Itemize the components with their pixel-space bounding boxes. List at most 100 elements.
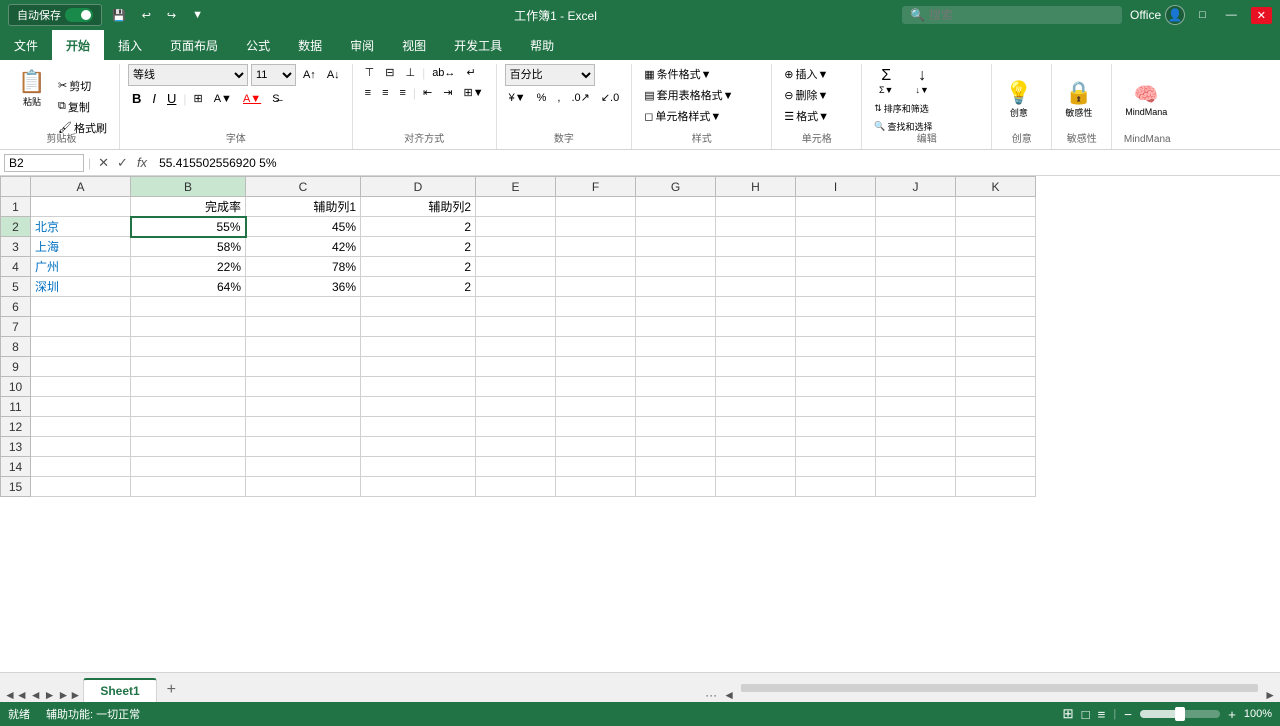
ideas-button[interactable]: 💡 创意 — [1000, 77, 1037, 122]
redo-button[interactable]: ↪ — [161, 7, 182, 24]
col-header-G[interactable]: G — [636, 177, 716, 197]
cell-C4[interactable]: 78% — [246, 257, 361, 277]
cell-G7[interactable] — [636, 317, 716, 337]
cell-F15[interactable] — [556, 477, 636, 497]
sort-filter-button[interactable]: ⇅ 排序和筛选 — [870, 100, 938, 117]
cell-C5[interactable]: 36% — [246, 277, 361, 297]
percent-button[interactable]: % — [533, 90, 551, 106]
col-header-J[interactable]: J — [876, 177, 956, 197]
cell-F14[interactable] — [556, 457, 636, 477]
cell-F13[interactable] — [556, 437, 636, 457]
cell-A3[interactable]: 上海 — [31, 237, 131, 257]
font-color-button[interactable]: A▼ — [239, 91, 265, 107]
cell-F2[interactable] — [556, 217, 636, 237]
cell-K14[interactable] — [956, 457, 1036, 477]
sheet-scroll[interactable]: A B C D E F G H I J K 1完成率辅助列1辅助列22北京55%… — [0, 176, 1280, 672]
mindmana-button[interactable]: 🧠 MindMana — [1120, 79, 1172, 120]
cell-B3[interactable]: 58% — [131, 237, 246, 257]
font-size-down-button[interactable]: A↓ — [323, 67, 344, 83]
row-header-10[interactable]: 10 — [1, 377, 31, 397]
cell-K11[interactable] — [956, 397, 1036, 417]
cell-J11[interactable] — [876, 397, 956, 417]
cell-C11[interactable] — [246, 397, 361, 417]
font-size-up-button[interactable]: A↑ — [299, 67, 320, 83]
cell-A2[interactable]: 北京 — [31, 217, 131, 237]
cell-H15[interactable] — [716, 477, 796, 497]
cell-style-button[interactable]: ◻ 单元格样式▼ — [640, 106, 737, 126]
tab-review[interactable]: 审阅 — [336, 30, 388, 60]
cell-F1[interactable] — [556, 197, 636, 217]
cell-J13[interactable] — [876, 437, 956, 457]
cell-H10[interactable] — [716, 377, 796, 397]
row-header-1[interactable]: 1 — [1, 197, 31, 217]
table-style-button[interactable]: ▤ 套用表格格式▼ — [640, 85, 737, 105]
close-button[interactable]: ✕ — [1251, 7, 1272, 24]
cell-E7[interactable] — [476, 317, 556, 337]
cell-K15[interactable] — [956, 477, 1036, 497]
view-layout-button[interactable]: □ — [1082, 707, 1090, 722]
cell-D8[interactable] — [361, 337, 476, 357]
tab-insert[interactable]: 插入 — [104, 30, 156, 60]
cell-K2[interactable] — [956, 217, 1036, 237]
add-sheet-button[interactable]: + — [159, 678, 184, 702]
cell-H5[interactable] — [716, 277, 796, 297]
cell-C12[interactable] — [246, 417, 361, 437]
cell-G3[interactable] — [636, 237, 716, 257]
view-page-button[interactable]: ≡ — [1098, 707, 1106, 722]
cell-C6[interactable] — [246, 297, 361, 317]
col-header-E[interactable]: E — [476, 177, 556, 197]
cell-K10[interactable] — [956, 377, 1036, 397]
sheet-tab-sheet1[interactable]: Sheet1 — [83, 678, 156, 702]
align-center-button[interactable]: ≡ — [378, 85, 392, 101]
row-header-9[interactable]: 9 — [1, 357, 31, 377]
row-header-8[interactable]: 8 — [1, 337, 31, 357]
cell-C10[interactable] — [246, 377, 361, 397]
cell-I10[interactable] — [796, 377, 876, 397]
copy-button[interactable]: ⧉ 复制 — [54, 97, 111, 117]
minimize-button[interactable]: — — [1220, 7, 1243, 23]
cell-A11[interactable] — [31, 397, 131, 417]
cell-E9[interactable] — [476, 357, 556, 377]
sheet-nav-last[interactable]: ►► — [58, 688, 82, 702]
cell-H8[interactable] — [716, 337, 796, 357]
row-header-7[interactable]: 7 — [1, 317, 31, 337]
underline-button[interactable]: U — [163, 89, 180, 108]
cell-K8[interactable] — [956, 337, 1036, 357]
cell-B2[interactable]: 55% — [131, 217, 246, 237]
number-format-select[interactable]: 百分比 常规 数字 — [505, 64, 595, 86]
cell-D3[interactable]: 2 — [361, 237, 476, 257]
cell-H3[interactable] — [716, 237, 796, 257]
cell-G4[interactable] — [636, 257, 716, 277]
align-top-button[interactable]: ⊤ — [361, 64, 379, 81]
font-name-select[interactable]: 等线 — [128, 64, 248, 86]
row-header-2[interactable]: 2 — [1, 217, 31, 237]
undo-button[interactable]: ↩ — [136, 7, 157, 24]
cell-D11[interactable] — [361, 397, 476, 417]
merge-button[interactable]: ⊞▼ — [459, 84, 487, 101]
cell-E11[interactable] — [476, 397, 556, 417]
tab-view[interactable]: 视图 — [388, 30, 440, 60]
cell-E2[interactable] — [476, 217, 556, 237]
cell-J15[interactable] — [876, 477, 956, 497]
delete-cells-button[interactable]: ⊖ 删除▼ — [780, 85, 833, 105]
cell-E8[interactable] — [476, 337, 556, 357]
cell-C1[interactable]: 辅助列1 — [246, 197, 361, 217]
comma-button[interactable]: , — [553, 90, 564, 106]
sheet-more-button[interactable]: ··· — [705, 688, 717, 702]
cell-I9[interactable] — [796, 357, 876, 377]
cell-K7[interactable] — [956, 317, 1036, 337]
cell-E13[interactable] — [476, 437, 556, 457]
cell-A7[interactable] — [31, 317, 131, 337]
ribbon-display-button[interactable]: □ — [1193, 7, 1212, 23]
cell-H12[interactable] — [716, 417, 796, 437]
cell-J5[interactable] — [876, 277, 956, 297]
cell-D14[interactable] — [361, 457, 476, 477]
col-header-D[interactable]: D — [361, 177, 476, 197]
cell-D12[interactable] — [361, 417, 476, 437]
sensitivity-button[interactable]: 🔒 敏感性 — [1060, 77, 1097, 122]
cell-F4[interactable] — [556, 257, 636, 277]
sheet-nav-next[interactable]: ► — [44, 688, 56, 702]
align-middle-button[interactable]: ⊟ — [381, 64, 398, 81]
zoom-slider[interactable] — [1140, 710, 1220, 718]
cell-H7[interactable] — [716, 317, 796, 337]
